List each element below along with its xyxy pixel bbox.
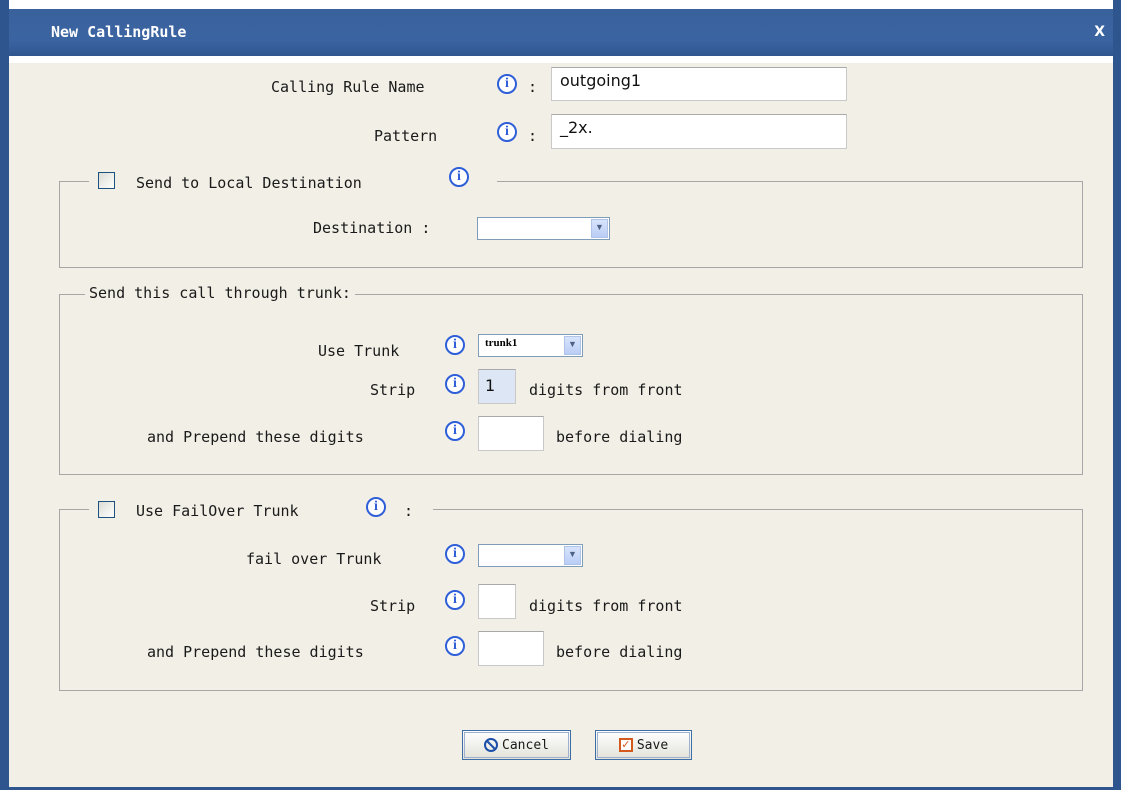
save-button[interactable]: ✓ Save <box>595 730 692 760</box>
fail-over-trunk-label: fail over Trunk <box>246 550 382 568</box>
failover-label: Use FailOver Trunk <box>136 502 299 520</box>
prepend-input[interactable] <box>478 416 544 451</box>
pattern-input[interactable]: _2x. <box>551 114 847 149</box>
info-icon[interactable]: i <box>366 497 386 517</box>
cancel-button[interactable]: Cancel <box>462 730 571 760</box>
destination-select[interactable]: ▼ <box>477 217 610 240</box>
fail-over-trunk-select[interactable]: ▼ <box>478 544 583 567</box>
info-icon[interactable]: i <box>445 590 465 610</box>
save-button-label: Save <box>636 737 669 753</box>
pattern-label: Pattern <box>374 127 438 145</box>
failover-strip-label: Strip <box>370 597 416 615</box>
local-destination-label: Send to Local Destination <box>136 174 362 192</box>
strip-label: Strip <box>370 381 416 399</box>
info-icon[interactable]: i <box>497 122 517 142</box>
info-icon[interactable]: i <box>449 167 469 187</box>
failover-prepend-label: and Prepend these digits <box>147 643 364 661</box>
cancel-button-label: Cancel <box>502 737 549 753</box>
dialog-title: New CallingRule <box>51 23 187 41</box>
chevron-down-icon: ▼ <box>564 546 581 565</box>
rule-name-label: Calling Rule Name <box>271 78 425 96</box>
dialog-titlebar: New CallingRule X <box>9 0 1113 63</box>
info-icon[interactable]: i <box>445 374 465 394</box>
new-calling-rule-dialog: New CallingRule X Calling Rule Name i : … <box>0 0 1121 790</box>
prepend-label: and Prepend these digits <box>147 428 364 446</box>
failover-separator: : <box>404 502 414 520</box>
use-trunk-label: Use Trunk <box>318 342 400 360</box>
info-icon[interactable]: i <box>445 421 465 441</box>
chevron-down-icon: ▼ <box>564 336 581 355</box>
strip-input[interactable]: 1 <box>478 369 516 404</box>
use-trunk-select[interactable]: trunk1 ▼ <box>478 334 583 357</box>
destination-label: Destination : <box>313 219 431 237</box>
use-trunk-value: trunk1 <box>485 337 518 349</box>
pattern-separator: : <box>528 127 538 145</box>
info-icon[interactable]: i <box>497 74 517 94</box>
failover-strip-input[interactable] <box>478 584 516 619</box>
local-destination-checkbox[interactable] <box>98 172 115 189</box>
info-icon[interactable]: i <box>445 335 465 355</box>
failover-prepend-input[interactable] <box>478 631 544 666</box>
checkmark-icon: ✓ <box>618 738 633 752</box>
cancel-icon <box>484 738 499 752</box>
failover-prepend-suffix: before dialing <box>556 643 683 661</box>
rule-name-separator: : <box>528 78 538 96</box>
info-icon[interactable]: i <box>445 636 465 656</box>
close-button[interactable]: X <box>1094 24 1105 40</box>
rule-name-input[interactable]: outgoing1 <box>551 67 847 101</box>
failover-checkbox[interactable] <box>98 501 115 518</box>
failover-strip-suffix: digits from front <box>529 597 683 615</box>
trunk-legend: Send this call through trunk: <box>85 284 355 302</box>
strip-suffix: digits from front <box>529 381 683 399</box>
prepend-suffix: before dialing <box>556 428 683 446</box>
chevron-down-icon: ▼ <box>591 219 608 238</box>
info-icon[interactable]: i <box>445 544 465 564</box>
